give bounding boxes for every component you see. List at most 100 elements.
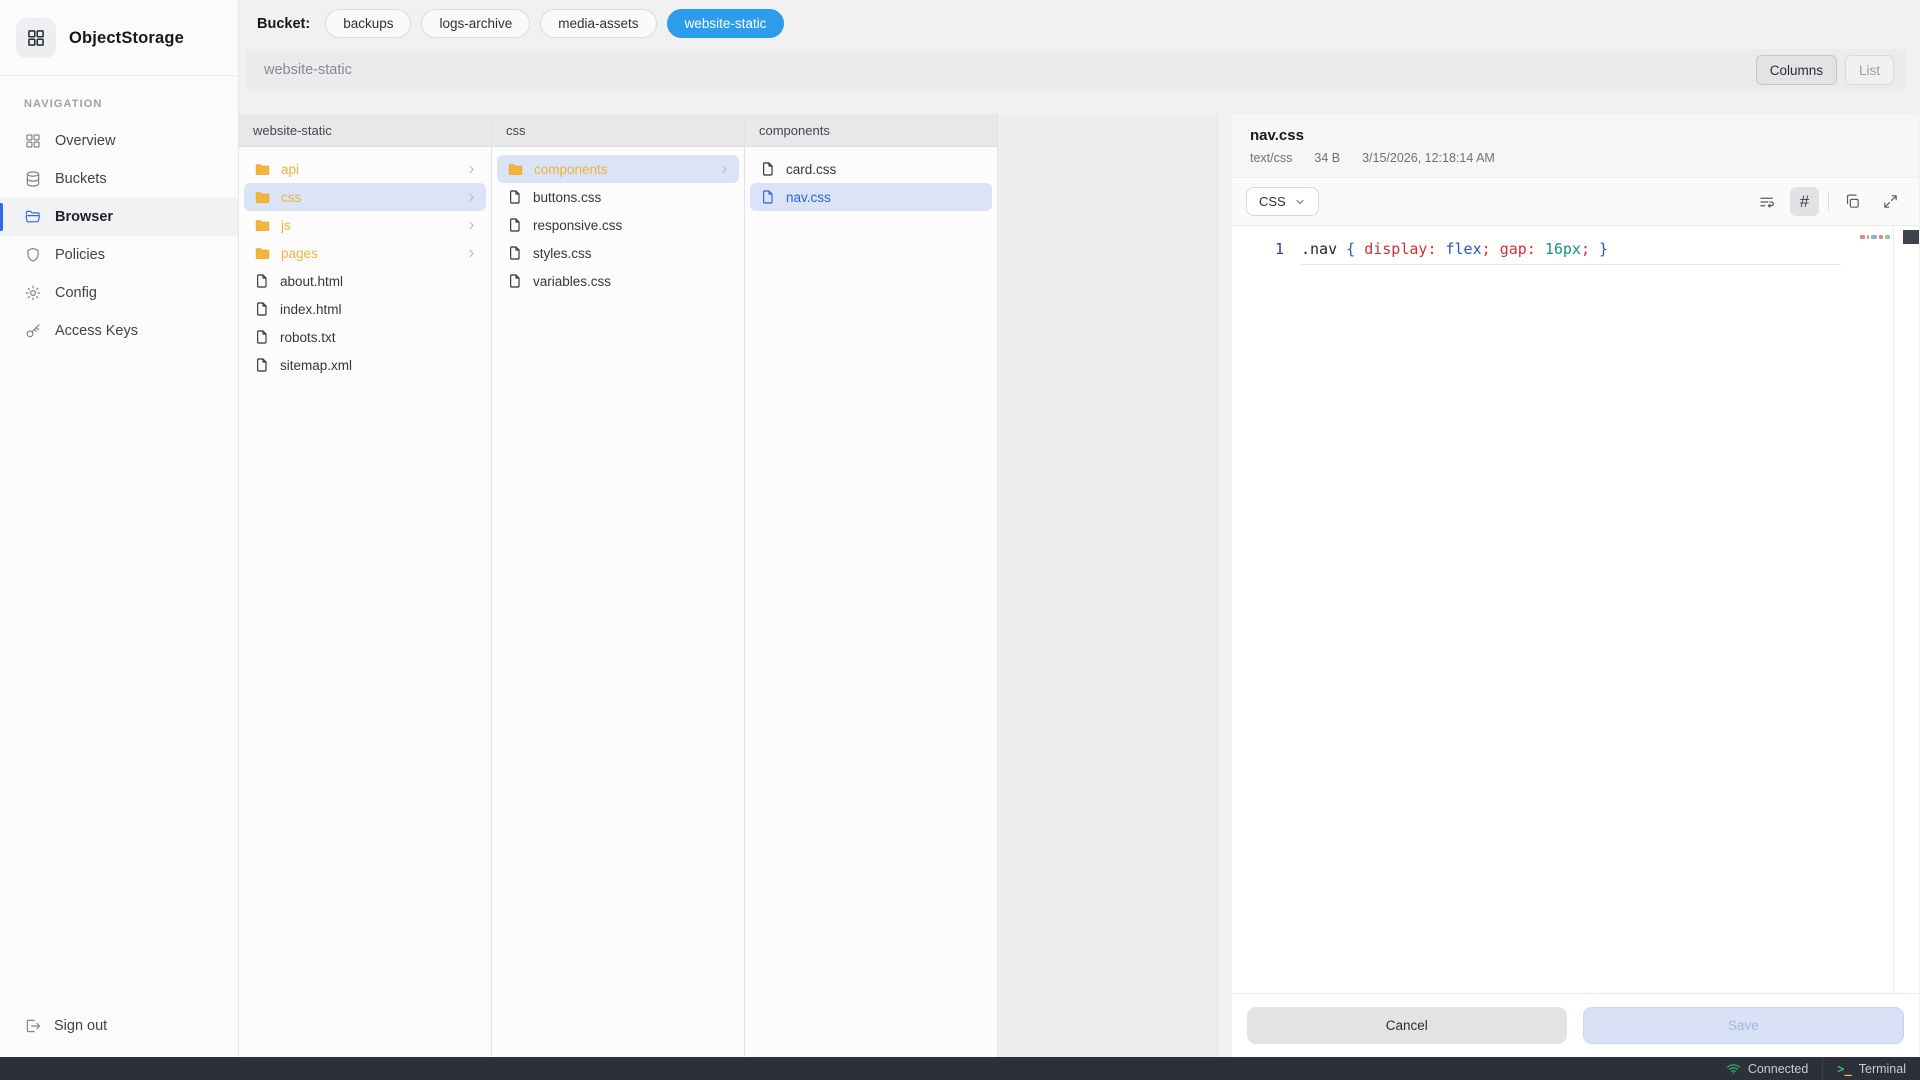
current-bucket-title: website-static bbox=[264, 62, 1756, 78]
connection-status-label: Connected bbox=[1748, 1062, 1808, 1076]
grid-icon bbox=[24, 132, 42, 150]
line-numbers-toggle[interactable]: # bbox=[1790, 187, 1819, 216]
code-token-value: flex bbox=[1446, 240, 1482, 258]
entry-css[interactable]: css bbox=[244, 183, 486, 211]
minimap-mark bbox=[1885, 235, 1890, 239]
language-select[interactable]: CSS bbox=[1246, 187, 1319, 216]
entry-index-html[interactable]: index.html bbox=[244, 295, 486, 323]
entry-name: variables.css bbox=[533, 274, 731, 289]
chevron-right-icon bbox=[465, 191, 478, 204]
sidebar-item-overview[interactable]: Overview bbox=[0, 122, 238, 160]
entry-js[interactable]: js bbox=[244, 211, 486, 239]
column-body: api css js pages about.html index.htmlrobots.… bbox=[239, 147, 491, 387]
line-number: 1 bbox=[1232, 237, 1284, 265]
minimap-mark bbox=[1879, 235, 1883, 239]
entry-styles-css[interactable]: styles.css bbox=[497, 239, 739, 267]
status-bar: Connected >_ Terminal bbox=[0, 1057, 1920, 1080]
entry-nav-css[interactable]: nav.css bbox=[750, 183, 992, 211]
app-title: ObjectStorage bbox=[69, 29, 184, 48]
sidebar: ObjectStorage NAVIGATION Overview Buckets… bbox=[0, 0, 239, 1057]
editor-scrollbar-thumb[interactable] bbox=[1903, 230, 1919, 244]
sidebar-item-label: Policies bbox=[55, 247, 105, 263]
bucket-chip-logs-archive[interactable]: logs-archive bbox=[421, 9, 530, 38]
sidebar-item-label: Config bbox=[55, 285, 97, 301]
entry-name: nav.css bbox=[786, 190, 984, 205]
sidebar-item-label: Access Keys bbox=[55, 323, 138, 339]
entry-sitemap-xml[interactable]: sitemap.xml bbox=[244, 351, 486, 379]
nav-section-label: NAVIGATION bbox=[0, 76, 238, 122]
code-token-punct: ; bbox=[1581, 240, 1599, 258]
sidebar-item-label: Browser bbox=[55, 209, 113, 225]
sidebar-item-policies[interactable]: Policies bbox=[0, 236, 238, 274]
empty-column-area bbox=[998, 114, 1217, 1057]
bucket-chip-media-assets[interactable]: media-assets bbox=[540, 9, 656, 38]
shield-icon bbox=[24, 246, 42, 264]
wifi-icon bbox=[1726, 1061, 1741, 1076]
copy-icon[interactable] bbox=[1838, 187, 1867, 216]
detail-file-size: 34 B bbox=[1314, 151, 1340, 165]
word-wrap-icon[interactable] bbox=[1752, 187, 1781, 216]
folder-icon bbox=[254, 245, 271, 262]
terminal-button[interactable]: >_ Terminal bbox=[1823, 1057, 1920, 1080]
minimap-mark bbox=[1867, 235, 1869, 239]
editor-toolbar-icons: # bbox=[1752, 187, 1905, 216]
bucket-bar: Bucket: backupslogs-archivemedia-assetsw… bbox=[239, 0, 1920, 46]
gear-icon bbox=[24, 284, 42, 302]
toolbar-divider bbox=[1828, 192, 1829, 212]
detail-footer: Cancel Save bbox=[1232, 993, 1919, 1057]
entry-components[interactable]: components bbox=[497, 155, 739, 183]
code-editor[interactable]: 1 .nav { display: flex; gap: 16px; } bbox=[1232, 226, 1919, 993]
expand-icon[interactable] bbox=[1876, 187, 1905, 216]
view-columns-button[interactable]: Columns bbox=[1756, 55, 1837, 85]
language-select-value: CSS bbox=[1259, 194, 1286, 209]
bucket-chip-backups[interactable]: backups bbox=[325, 9, 411, 38]
entry-card-css[interactable]: card.css bbox=[750, 155, 992, 183]
entry-robots-txt[interactable]: robots.txt bbox=[244, 323, 486, 351]
column-website-static: website-static api css js pages about.html ind… bbox=[239, 114, 492, 1057]
entry-name: components bbox=[534, 162, 708, 177]
entry-variables-css[interactable]: variables.css bbox=[497, 267, 739, 295]
entry-buttons-css[interactable]: buttons.css bbox=[497, 183, 739, 211]
bucket-chip-website-static[interactable]: website-static bbox=[667, 9, 785, 38]
column-body: components buttons.css responsive.css style… bbox=[492, 147, 744, 303]
entry-name: about.html bbox=[280, 274, 478, 289]
database-icon bbox=[24, 170, 42, 188]
entry-name: css bbox=[281, 190, 455, 205]
sidebar-item-browser[interactable]: Browser bbox=[0, 198, 238, 236]
folder-icon bbox=[254, 189, 271, 206]
file-icon bbox=[760, 161, 776, 177]
sidebar-nav: Overview Buckets Browser Policies Config Acce… bbox=[0, 122, 238, 350]
minimap bbox=[1860, 235, 1890, 239]
key-icon bbox=[24, 322, 42, 340]
sidebar-item-access-keys[interactable]: Access Keys bbox=[0, 312, 238, 350]
entry-api[interactable]: api bbox=[244, 155, 486, 183]
save-button[interactable]: Save bbox=[1583, 1007, 1905, 1044]
terminal-icon: >_ bbox=[1837, 1062, 1851, 1076]
column-components: componentscard.cssnav.css bbox=[745, 114, 998, 1057]
folder-icon bbox=[507, 161, 524, 178]
cancel-button[interactable]: Cancel bbox=[1247, 1007, 1567, 1044]
entry-name: responsive.css bbox=[533, 218, 731, 233]
entry-about-html[interactable]: about.html bbox=[244, 267, 486, 295]
sidebar-item-config[interactable]: Config bbox=[0, 274, 238, 312]
sign-out-label: Sign out bbox=[54, 1018, 107, 1034]
view-list-button[interactable]: List bbox=[1845, 55, 1894, 85]
chevron-right-icon bbox=[718, 163, 731, 176]
detail-mime-type: text/css bbox=[1250, 151, 1292, 165]
sign-out-button[interactable]: Sign out bbox=[0, 997, 238, 1057]
column-css: csscomponentsbuttons.cssresponsive.cssst… bbox=[492, 114, 745, 1057]
entry-name: js bbox=[281, 218, 455, 233]
folder-icon bbox=[254, 217, 271, 234]
entry-responsive-css[interactable]: responsive.css bbox=[497, 211, 739, 239]
app-window: ObjectStorage NAVIGATION Overview Buckets… bbox=[0, 0, 1920, 1057]
sidebar-item-buckets[interactable]: Buckets bbox=[0, 160, 238, 198]
column-body: card.css nav.css bbox=[745, 147, 997, 219]
detail-header: nav.css text/css 34 B 3/15/2026, 12:18:1… bbox=[1232, 114, 1919, 178]
sidebar-item-label: Overview bbox=[55, 133, 115, 149]
entry-pages[interactable]: pages bbox=[244, 239, 486, 267]
file-icon bbox=[507, 189, 523, 205]
code-token-prop: gap bbox=[1500, 240, 1527, 258]
column-header: website-static bbox=[239, 114, 491, 147]
file-icon bbox=[254, 301, 270, 317]
bucket-chip-list: backups logs-archive media-assets website-s… bbox=[325, 9, 784, 38]
